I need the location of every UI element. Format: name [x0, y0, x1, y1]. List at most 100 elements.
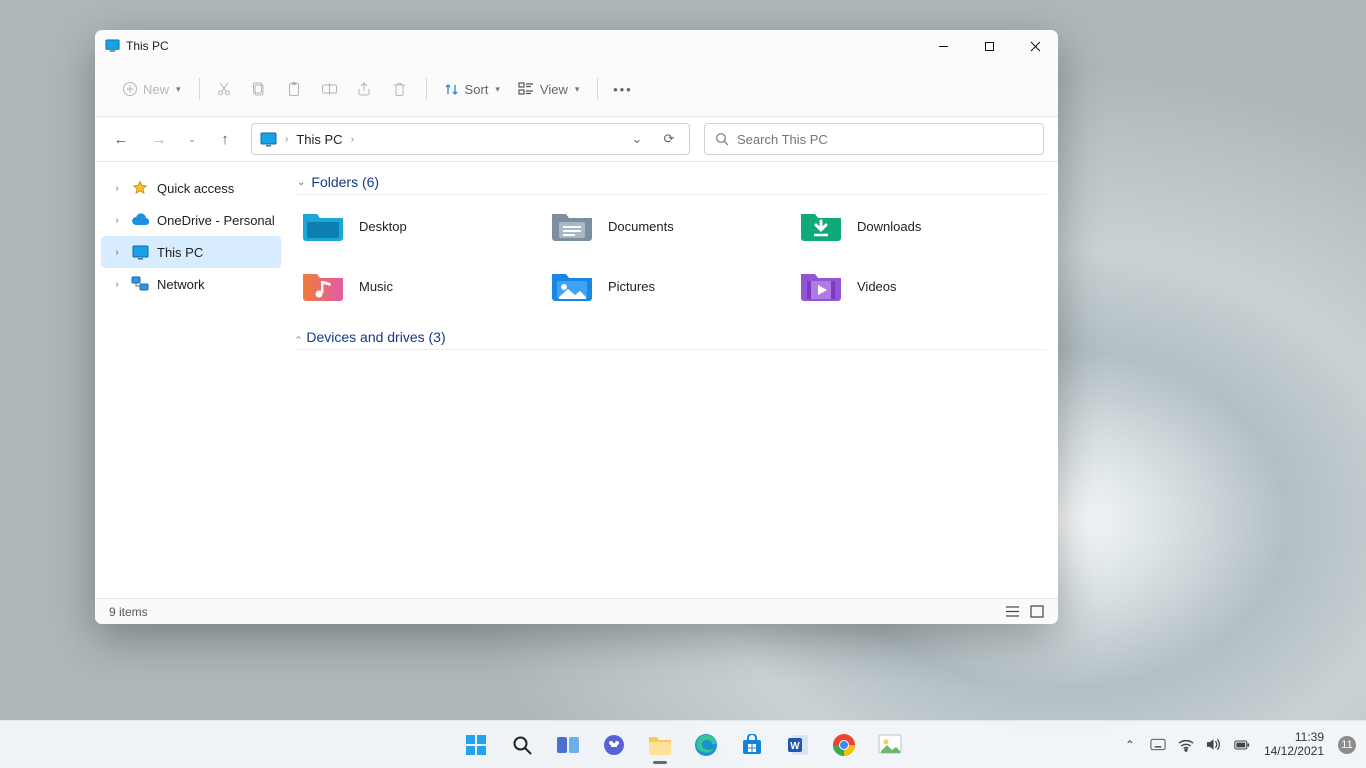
edge-button[interactable] — [685, 724, 727, 766]
sort-button[interactable]: Sort ▾ — [435, 72, 508, 106]
file-explorer-window: This PC New ▾ Sort ▾ — [95, 30, 1058, 624]
tree-label: OneDrive - Personal — [157, 213, 275, 228]
expand-icon[interactable]: › — [111, 215, 123, 226]
maximize-button[interactable] — [966, 30, 1012, 62]
folder-pictures[interactable]: Pictures — [546, 263, 795, 309]
item-label: Downloads — [857, 219, 921, 234]
navtree-onedrive[interactable]: › OneDrive - Personal — [101, 204, 281, 236]
close-button[interactable] — [1012, 30, 1058, 62]
system-tray: ⌃ 11:39 14/12/2021 11 — [1122, 721, 1362, 768]
expand-icon[interactable]: › — [111, 183, 123, 194]
word-button[interactable]: W — [777, 724, 819, 766]
tree-label: This PC — [157, 245, 203, 260]
group-header-folders[interactable]: ⌄ Folders (6) — [295, 168, 1046, 195]
notifications-button[interactable]: 11 — [1338, 736, 1356, 754]
forward-button[interactable]: → — [147, 127, 171, 151]
input-indicator-icon[interactable] — [1150, 737, 1166, 753]
star-icon — [131, 179, 149, 197]
new-button[interactable]: New ▾ — [113, 72, 189, 106]
breadcrumb-location[interactable]: This PC — [296, 132, 342, 147]
navtree-this-pc[interactable]: › This PC — [101, 236, 281, 268]
clock-time: 11:39 — [1264, 731, 1324, 745]
status-item-count: 9 items — [109, 605, 148, 619]
item-label: Documents — [608, 219, 674, 234]
navigation-pane: › Quick access › OneDrive - Personal › T… — [95, 162, 287, 598]
cut-button[interactable] — [208, 72, 241, 106]
copy-button[interactable] — [243, 72, 276, 106]
file-explorer-taskbar-button[interactable] — [639, 724, 681, 766]
folder-downloads[interactable]: Downloads — [795, 203, 1044, 249]
paste-button[interactable] — [278, 72, 311, 106]
rename-button[interactable] — [313, 72, 346, 106]
cloud-icon — [131, 211, 149, 229]
back-button[interactable]: ← — [109, 127, 133, 151]
share-button[interactable] — [348, 72, 381, 106]
this-pc-icon — [105, 39, 120, 53]
chevron-down-icon: ⌄ — [297, 177, 305, 188]
item-label: Videos — [857, 279, 897, 294]
address-bar[interactable]: › This PC › ⌄ ⟳ — [251, 123, 690, 155]
share-icon — [356, 81, 373, 98]
volume-icon[interactable] — [1206, 737, 1222, 753]
group-title: Devices and drives (3) — [306, 329, 445, 345]
expand-icon[interactable]: › — [111, 279, 123, 290]
clock[interactable]: 11:39 14/12/2021 — [1262, 731, 1326, 759]
battery-icon[interactable] — [1234, 737, 1250, 753]
expand-icon[interactable]: › — [111, 247, 123, 258]
group-header-devices[interactable]: › Devices and drives (3) — [295, 323, 1046, 350]
item-label: Desktop — [359, 219, 407, 234]
search-box[interactable] — [704, 123, 1044, 155]
details-view-button[interactable] — [1005, 605, 1020, 618]
chevron-right-icon[interactable]: › — [351, 134, 354, 145]
downloads-folder-icon — [799, 208, 843, 244]
task-view-button[interactable] — [547, 724, 589, 766]
chevron-right-icon: › — [293, 335, 304, 338]
more-button[interactable]: ••• — [606, 72, 639, 106]
documents-folder-icon — [550, 208, 594, 244]
folder-desktop[interactable]: Desktop — [297, 203, 546, 249]
folder-videos[interactable]: Videos — [795, 263, 1044, 309]
delete-icon — [391, 81, 408, 98]
network-icon — [131, 275, 149, 293]
view-icon — [518, 81, 535, 98]
taskbar-center: W — [455, 724, 911, 766]
address-dropdown-button[interactable]: ⌄ — [625, 131, 649, 147]
photos-button[interactable] — [869, 724, 911, 766]
new-icon — [121, 81, 138, 98]
tray-overflow-button[interactable]: ⌃ — [1122, 737, 1138, 753]
chrome-button[interactable] — [823, 724, 865, 766]
refresh-button[interactable]: ⟳ — [657, 131, 681, 147]
chevron-right-icon[interactable]: › — [285, 134, 288, 145]
store-button[interactable] — [731, 724, 773, 766]
tree-label: Quick access — [157, 181, 234, 196]
view-button[interactable]: View ▾ — [510, 72, 587, 106]
navtree-network[interactable]: › Network — [101, 268, 281, 300]
large-icons-view-button[interactable] — [1030, 605, 1044, 618]
tree-label: Network — [157, 277, 205, 292]
navtree-quick-access[interactable]: › Quick access — [101, 172, 281, 204]
chevron-down-icon: ▾ — [495, 84, 500, 95]
chat-button[interactable] — [593, 724, 635, 766]
this-pc-icon — [131, 243, 149, 261]
start-button[interactable] — [455, 724, 497, 766]
chevron-down-icon: ▾ — [176, 84, 181, 95]
navigation-row: ← → ⌄ ↑ › This PC › ⌄ ⟳ — [95, 116, 1058, 162]
minimize-button[interactable] — [920, 30, 966, 62]
search-button[interactable] — [501, 724, 543, 766]
folder-documents[interactable]: Documents — [546, 203, 795, 249]
folder-music[interactable]: Music — [297, 263, 546, 309]
paste-icon — [286, 81, 303, 98]
cut-icon — [216, 81, 233, 98]
status-bar: 9 items — [95, 598, 1058, 624]
up-button[interactable]: ↑ — [213, 127, 237, 151]
sort-icon — [443, 81, 460, 98]
view-label: View — [540, 82, 568, 97]
delete-button[interactable] — [383, 72, 416, 106]
title-bar[interactable]: This PC — [95, 30, 1058, 62]
window-title: This PC — [126, 39, 169, 53]
desktop-wallpaper: This PC New ▾ Sort ▾ — [0, 0, 1366, 768]
recent-locations-button[interactable]: ⌄ — [185, 134, 199, 145]
wifi-icon[interactable] — [1178, 737, 1194, 753]
content-pane: ⌄ Folders (6) Desktop Documents Download… — [287, 162, 1058, 598]
search-input[interactable] — [737, 132, 1033, 147]
